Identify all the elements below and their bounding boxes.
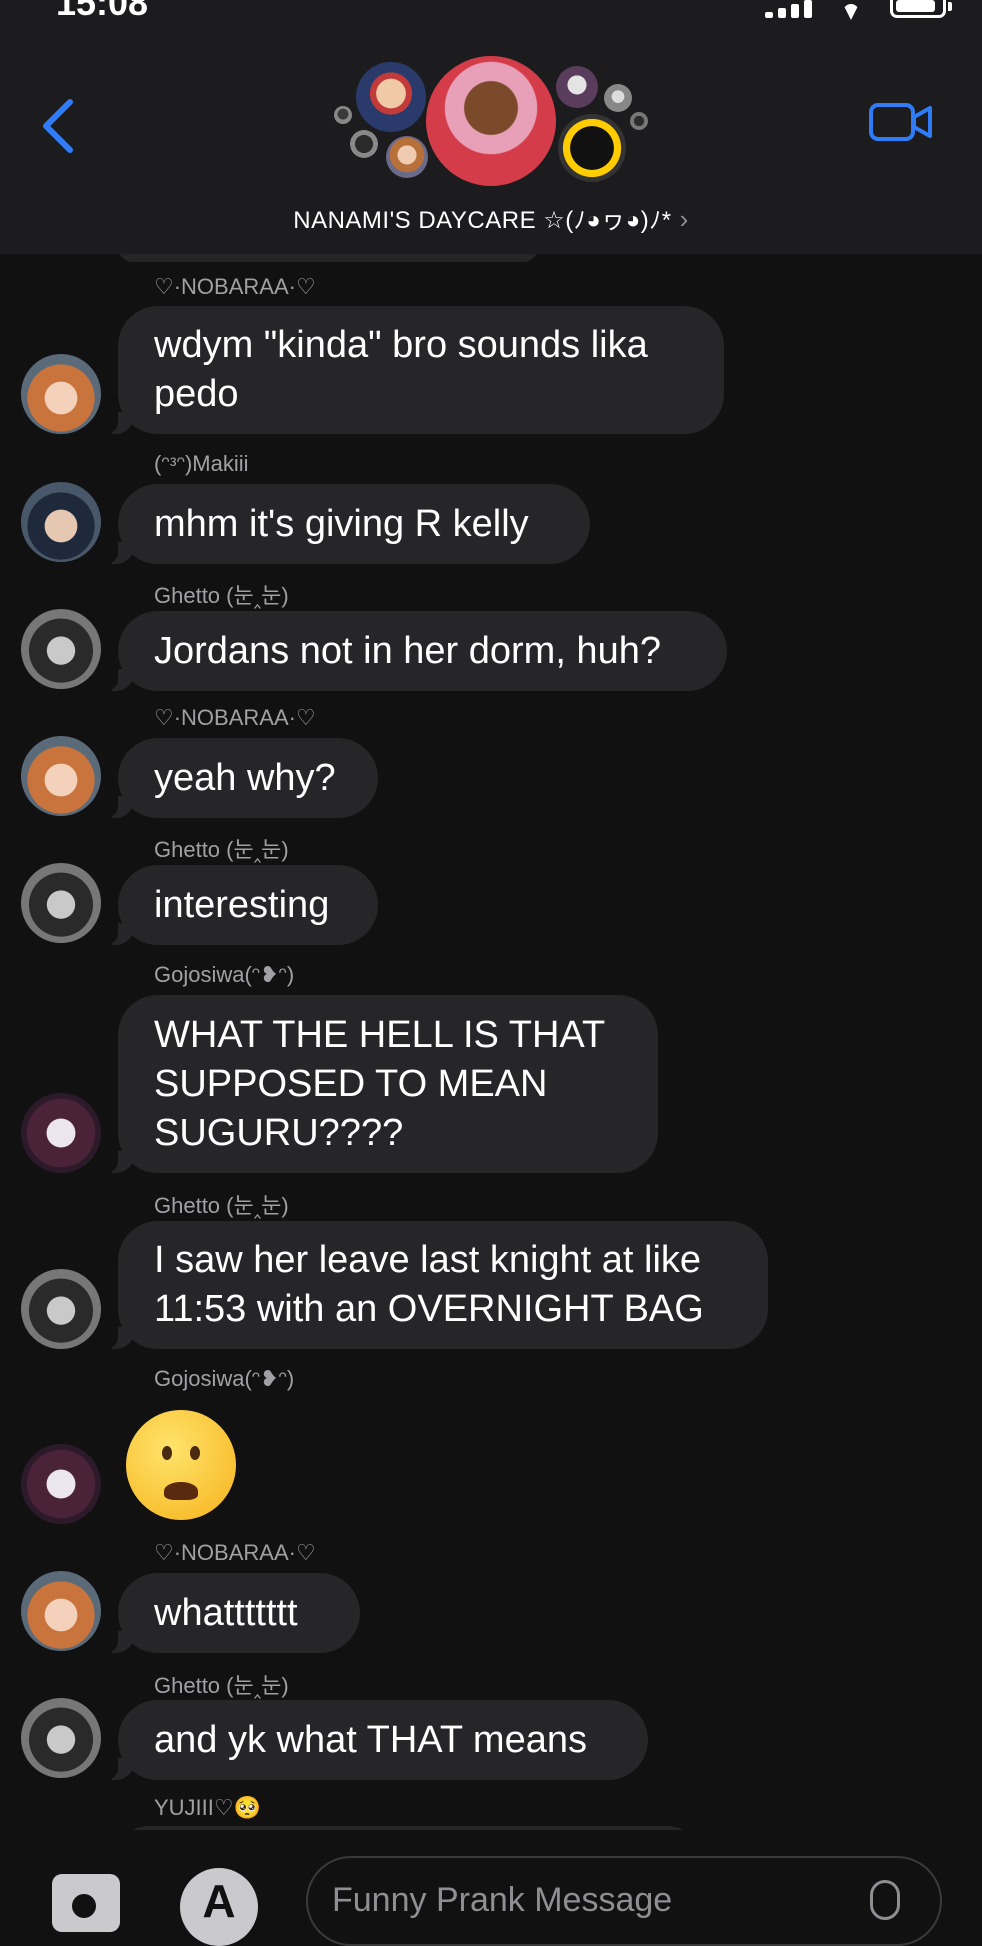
message-text: wdym "kinda" bro sounds lika (154, 324, 648, 366)
message-text: yeah why? (154, 756, 336, 799)
message-sender: Ghetto (눈‸눈) (154, 583, 289, 608)
status-time: 15:08 (56, 0, 149, 23)
member-avatar (556, 66, 598, 108)
message-sender: (ᵔᵌᵔ)Makiii (154, 451, 249, 476)
member-avatar-main (426, 56, 556, 186)
member-avatar (350, 130, 378, 158)
nobara-avatar[interactable] (21, 354, 101, 434)
message-sender: Gojosiwa(ᵔ❥ᵔ) (154, 962, 295, 987)
message-sender: Ghetto (눈‸눈) (154, 837, 289, 862)
message-text: and yk what THAT means (154, 1718, 587, 1761)
app-store-icon[interactable] (180, 1868, 258, 1946)
member-avatar (334, 106, 352, 124)
message-sender: ♡·NOBARAA·♡ (154, 1540, 316, 1565)
maki-avatar[interactable] (21, 482, 101, 562)
member-avatar (604, 84, 632, 112)
ghetto-avatar[interactable] (21, 609, 101, 689)
gojo-avatar[interactable] (21, 1093, 101, 1173)
gojo-avatar[interactable] (21, 1444, 101, 1524)
message-bubble[interactable]: WHAT THE HELL IS THAT SUPPOSED TO MEAN S… (104, 995, 658, 1173)
worried-face-emoji-icon[interactable] (126, 1410, 236, 1520)
message-bubble[interactable]: mhm it's giving R kelly (104, 484, 590, 564)
ghetto-avatar[interactable] (21, 1269, 101, 1349)
group-name-text: NANAMI'S DAYCARE ☆(ﾉ◕ヮ◕)ﾉ* (293, 207, 672, 234)
message-field[interactable] (306, 1856, 942, 1946)
message-sender: ♡·NOBARAA·♡ (154, 705, 316, 730)
battery-icon (890, 0, 952, 18)
message-text: SUGURU???? (154, 1111, 404, 1154)
message-text: I saw her leave last knight at like (154, 1239, 702, 1281)
nobara-avatar[interactable] (21, 1571, 101, 1651)
wifi-icon (834, 0, 868, 18)
ghetto-avatar[interactable] (21, 1698, 101, 1778)
message-text: mhm it's giving R kelly (154, 502, 529, 545)
member-avatar (386, 136, 428, 178)
member-avatar-yuji (356, 62, 426, 132)
cellular-signal-icon (765, 0, 812, 18)
chevron-right-icon: › (679, 204, 689, 234)
message-bubble[interactable]: interesting (104, 865, 378, 945)
video-camera-icon[interactable] (868, 100, 934, 144)
group-avatar-cluster[interactable] (0, 0, 982, 200)
message-text: Jordans not in her dorm, huh? (154, 629, 661, 672)
message-bubble[interactable]: whattttttt (104, 1573, 360, 1653)
message-sender: ♡·NOBARAA·♡ (154, 274, 316, 299)
message-bubble[interactable]: Jordans not in her dorm, huh? (104, 611, 727, 691)
message-bubble[interactable]: wdym "kinda" bro sounds lika pedo (104, 306, 724, 434)
back-chevron-icon[interactable] (34, 96, 84, 156)
message-text: WHAT THE HELL IS THAT (154, 1013, 606, 1056)
message-sender: Ghetto (눈‸눈) (154, 1193, 289, 1218)
message-text: pedo (154, 373, 239, 415)
status-bar: 15:08 (0, 0, 982, 23)
message-bubble[interactable]: yeah why? (104, 738, 378, 818)
camera-icon[interactable] (52, 1874, 120, 1932)
group-name-title[interactable]: NANAMI'S DAYCARE ☆(ﾉ◕ヮ◕)ﾉ* › (0, 200, 982, 235)
nobara-avatar[interactable] (21, 736, 101, 816)
status-icons (765, 0, 952, 18)
message-text: SUPPOSED TO MEAN (154, 1062, 548, 1105)
message-text: interesting (154, 883, 330, 926)
chat-header: NANAMI'S DAYCARE ☆(ﾉ◕ヮ◕)ﾉ* › (0, 0, 982, 254)
message-bubble[interactable]: and yk what THAT means (104, 1700, 648, 1780)
microphone-icon[interactable] (870, 1880, 900, 1920)
message-list[interactable]: ♡·NOBARAA·♡ wdym "kinda" bro sounds lika… (0, 0, 982, 1920)
member-avatar (630, 112, 648, 130)
member-avatar (558, 114, 626, 182)
message-sender: YUJIII♡🥺 (154, 1795, 262, 1820)
message-bubble[interactable]: I saw her leave last knight at like 11:5… (104, 1221, 768, 1349)
message-sender: Ghetto (눈‸눈) (154, 1673, 289, 1698)
message-text: whattttttt (154, 1591, 298, 1634)
message-sender: Gojosiwa(ᵔ❥ᵔ) (154, 1366, 295, 1391)
message-text: 11:53 with an OVERNIGHT BAG (154, 1288, 704, 1330)
ghetto-avatar[interactable] (21, 863, 101, 943)
